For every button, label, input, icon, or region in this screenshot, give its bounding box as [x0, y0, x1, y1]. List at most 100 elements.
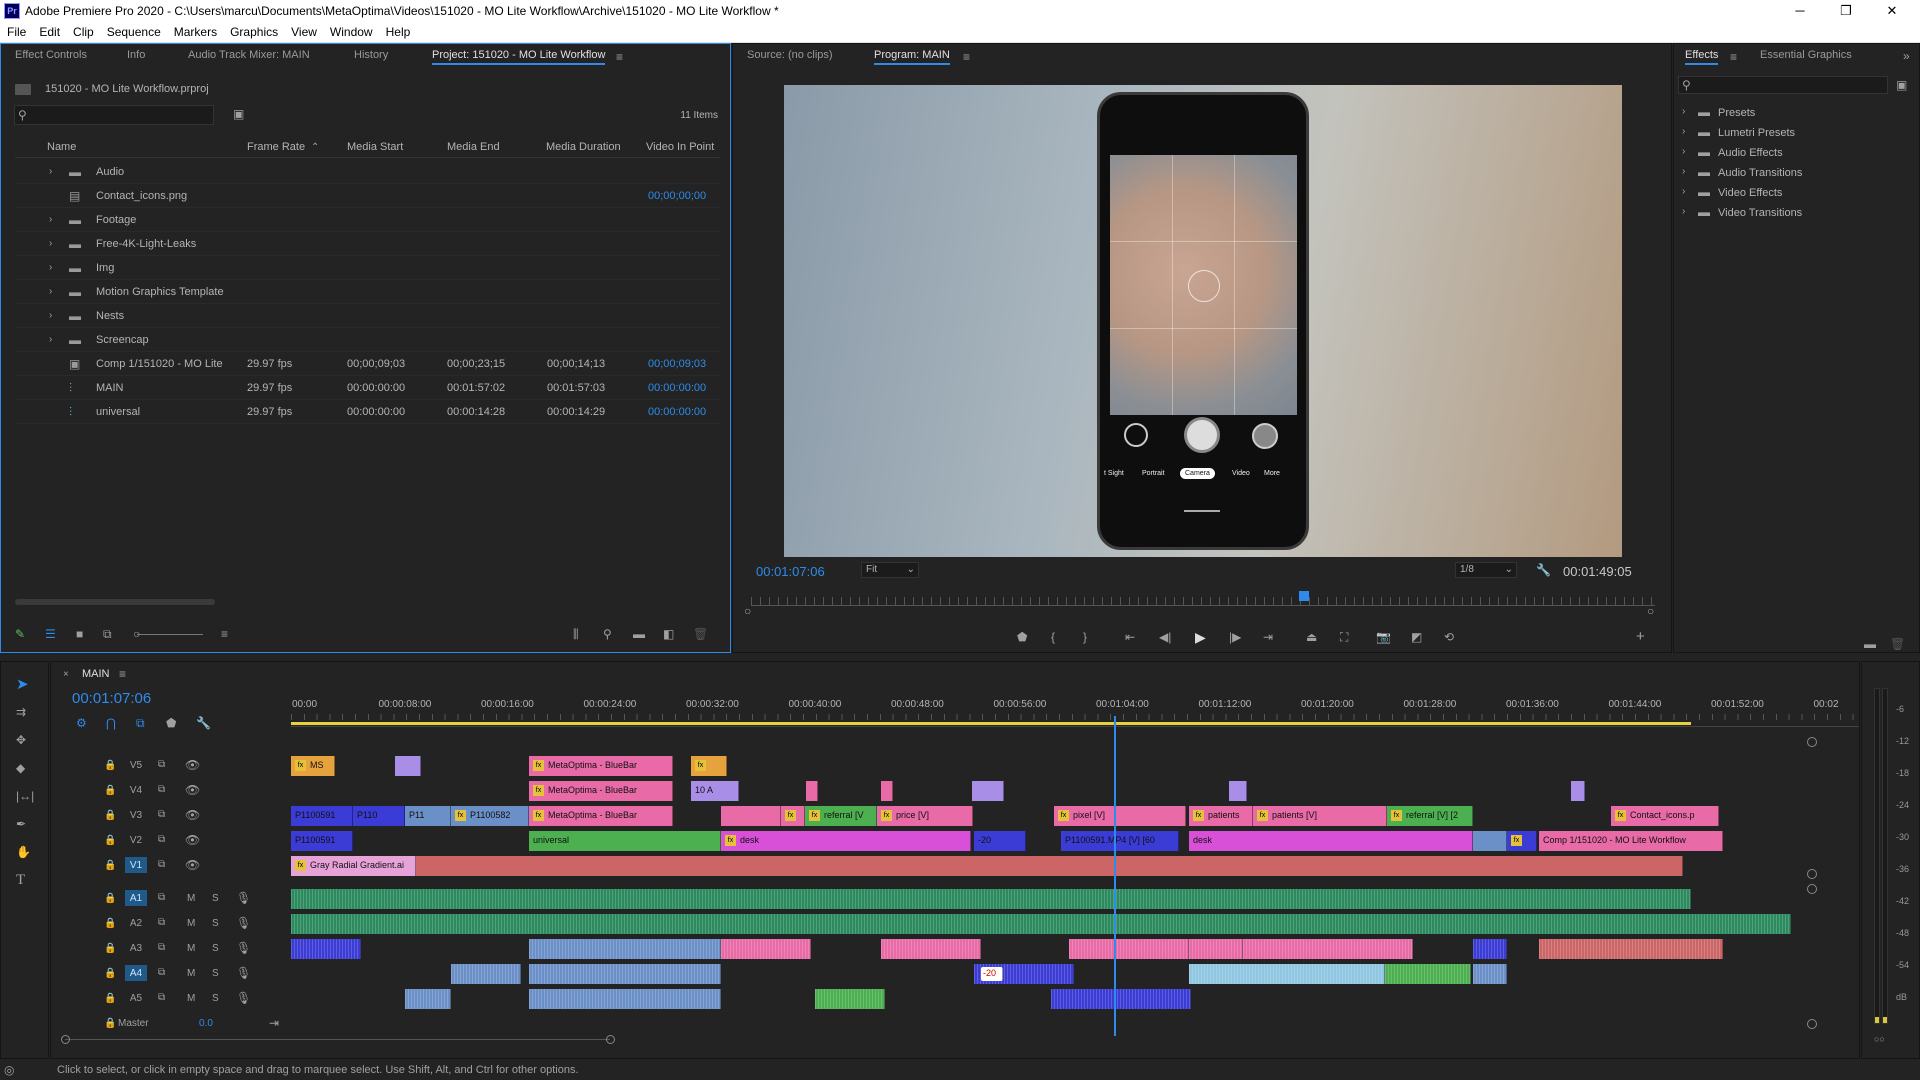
video-clip[interactable]: [972, 781, 1004, 801]
project-item-row[interactable]: › ▬ Screencap: [15, 328, 720, 352]
video-clip[interactable]: fx price [V]: [877, 806, 973, 826]
tab-source[interactable]: Source: (no clips): [747, 49, 833, 61]
item-name[interactable]: Free-4K-Light-Leaks: [96, 238, 196, 250]
audio-clip[interactable]: [1385, 964, 1471, 984]
menu-window[interactable]: Window: [323, 22, 379, 42]
audio-clip[interactable]: [529, 989, 721, 1009]
expand-chevron-icon[interactable]: ›: [1682, 165, 1685, 179]
pen-tool-icon[interactable]: ✒: [16, 817, 26, 831]
hscroll-right-handle[interactable]: [606, 1035, 615, 1044]
new-custom-bin-icon[interactable]: ▣: [1896, 78, 1907, 92]
comparison-view-icon[interactable]: ◩: [1411, 630, 1422, 644]
zoom-slider[interactable]: [137, 634, 203, 635]
sync-lock-icon[interactable]: ⧉: [158, 916, 165, 930]
project-item-row[interactable]: ⫶ universal 29.97 fps 00:00:00:00 00:00:14:2…: [15, 400, 720, 424]
project-item-row[interactable]: ⫶ MAIN 29.97 fps 00:00:00:00 00:01:57:02 00:0…: [15, 376, 720, 400]
menu-file[interactable]: File: [0, 22, 32, 42]
icon-view-icon[interactable]: ■: [76, 627, 83, 641]
panel-menu-icon[interactable]: ≡: [119, 667, 126, 681]
expand-chevron-icon[interactable]: ›: [1682, 205, 1685, 219]
vscroll-mid-handle[interactable]: [1807, 869, 1817, 879]
clear-icon[interactable]: 🗑: [693, 627, 708, 641]
video-clip[interactable]: P11: [405, 806, 451, 826]
project-item-row[interactable]: ▣ Comp 1/151020 - MO Lite 29.97 fps 00;00;0…: [15, 352, 720, 376]
tab-program[interactable]: Program: MAIN: [874, 49, 950, 65]
col-media-start[interactable]: Media Start: [347, 141, 403, 153]
type-tool-icon[interactable]: T: [16, 873, 25, 888]
video-clip[interactable]: [1473, 831, 1507, 851]
new-item-icon[interactable]: ◧: [663, 627, 674, 641]
video-clip[interactable]: [1571, 781, 1585, 801]
mark-out-icon[interactable]: }: [1083, 630, 1087, 644]
sync-lock-icon[interactable]: ⧉: [158, 966, 165, 980]
video-clip[interactable]: fx: [781, 806, 805, 826]
track-target[interactable]: V2: [125, 832, 147, 848]
audio-clip[interactable]: [1189, 939, 1243, 959]
tab-effects[interactable]: Effects: [1685, 49, 1719, 65]
sync-lock-icon[interactable]: ⧉: [158, 833, 165, 847]
vscroll-audio-handle[interactable]: [1807, 884, 1817, 894]
eye-icon[interactable]: 👁: [185, 808, 200, 822]
sync-lock-icon[interactable]: ⧉: [158, 941, 165, 955]
audio-clip[interactable]: [1189, 964, 1385, 984]
go-to-out-icon[interactable]: ⇥: [1263, 630, 1273, 644]
lock-icon[interactable]: 🔒: [104, 892, 116, 906]
panel-menu-icon[interactable]: ≡: [1730, 50, 1737, 64]
menu-graphics[interactable]: Graphics: [223, 22, 284, 42]
solo-button[interactable]: S: [212, 918, 219, 929]
microphone-icon[interactable]: 🎙: [236, 916, 251, 930]
mute-button[interactable]: M: [187, 893, 195, 904]
wrench-icon[interactable]: 🔧: [1536, 563, 1551, 577]
solo-button[interactable]: S: [212, 893, 219, 904]
lock-icon[interactable]: 🔒: [104, 992, 116, 1006]
toggle-proxies-icon[interactable]: ⟲: [1444, 630, 1454, 644]
video-clip[interactable]: -20: [974, 831, 1026, 851]
menu-edit[interactable]: Edit: [32, 22, 66, 42]
tab-history[interactable]: History: [354, 49, 388, 61]
menu-help[interactable]: Help: [379, 22, 417, 42]
audio-clip[interactable]: [405, 989, 451, 1009]
expand-chevron-icon[interactable]: ›: [1682, 125, 1685, 139]
audio-clip[interactable]: [881, 939, 981, 959]
col-frame-rate[interactable]: Frame Rate: [247, 141, 305, 153]
lock-icon[interactable]: 🔒: [104, 859, 116, 873]
master-volume[interactable]: 0.0: [199, 1018, 213, 1029]
selection-tool-icon[interactable]: ➤: [16, 677, 29, 692]
mute-button[interactable]: M: [187, 918, 195, 929]
sync-lock-icon[interactable]: ⧉: [158, 758, 165, 772]
vscroll-top-handle[interactable]: [1807, 737, 1817, 747]
effects-item[interactable]: › ▬ Audio Effects: [1682, 144, 1902, 162]
expand-chevron-icon[interactable]: ›: [49, 285, 52, 299]
resolution-dropdown[interactable]: 1/8 ⌄: [1455, 562, 1517, 578]
extract-icon[interactable]: ⛶: [1340, 630, 1348, 644]
timeline-hscrollbar[interactable]: [65, 1039, 610, 1040]
lock-icon[interactable]: 🔒: [104, 834, 116, 848]
zoom-in-handle-icon[interactable]: ○: [1647, 604, 1654, 618]
nest-icon[interactable]: ⚙: [76, 716, 87, 730]
eye-icon[interactable]: 👁: [185, 858, 200, 872]
video-clip[interactable]: universal: [529, 831, 721, 851]
video-clip[interactable]: fx Gray Radial Gradient.ai: [291, 856, 416, 876]
hscroll-left-handle[interactable]: [61, 1035, 70, 1044]
col-media-end[interactable]: Media End: [447, 141, 500, 153]
audio-clip[interactable]: [1051, 989, 1191, 1009]
audio-clip[interactable]: [529, 939, 721, 959]
zoom-slider-handle[interactable]: ○: [133, 627, 140, 641]
find-icon[interactable]: ⚲: [603, 627, 612, 641]
panel-menu-icon[interactable]: ≡: [616, 50, 623, 64]
project-search-input[interactable]: ⚲: [14, 105, 214, 125]
col-video-in-point[interactable]: Video In Point: [646, 141, 714, 153]
video-clip[interactable]: fx MetaOptima - BlueBar: [529, 781, 673, 801]
sync-lock-icon[interactable]: ⧉: [158, 891, 165, 905]
lock-icon[interactable]: 🔒: [104, 784, 116, 798]
audio-clip[interactable]: [815, 989, 885, 1009]
step-back-icon[interactable]: ◀|: [1159, 630, 1171, 644]
sync-lock-icon[interactable]: ⧉: [158, 991, 165, 1005]
delete-icon[interactable]: 🗑: [1890, 637, 1905, 651]
track-target[interactable]: V5: [125, 757, 147, 773]
microphone-icon[interactable]: 🎙: [236, 941, 251, 955]
mute-button[interactable]: M: [187, 943, 195, 954]
audio-clip[interactable]: [529, 964, 721, 984]
export-frame-icon[interactable]: 📷: [1376, 630, 1391, 644]
audio-clip[interactable]: [1473, 964, 1507, 984]
